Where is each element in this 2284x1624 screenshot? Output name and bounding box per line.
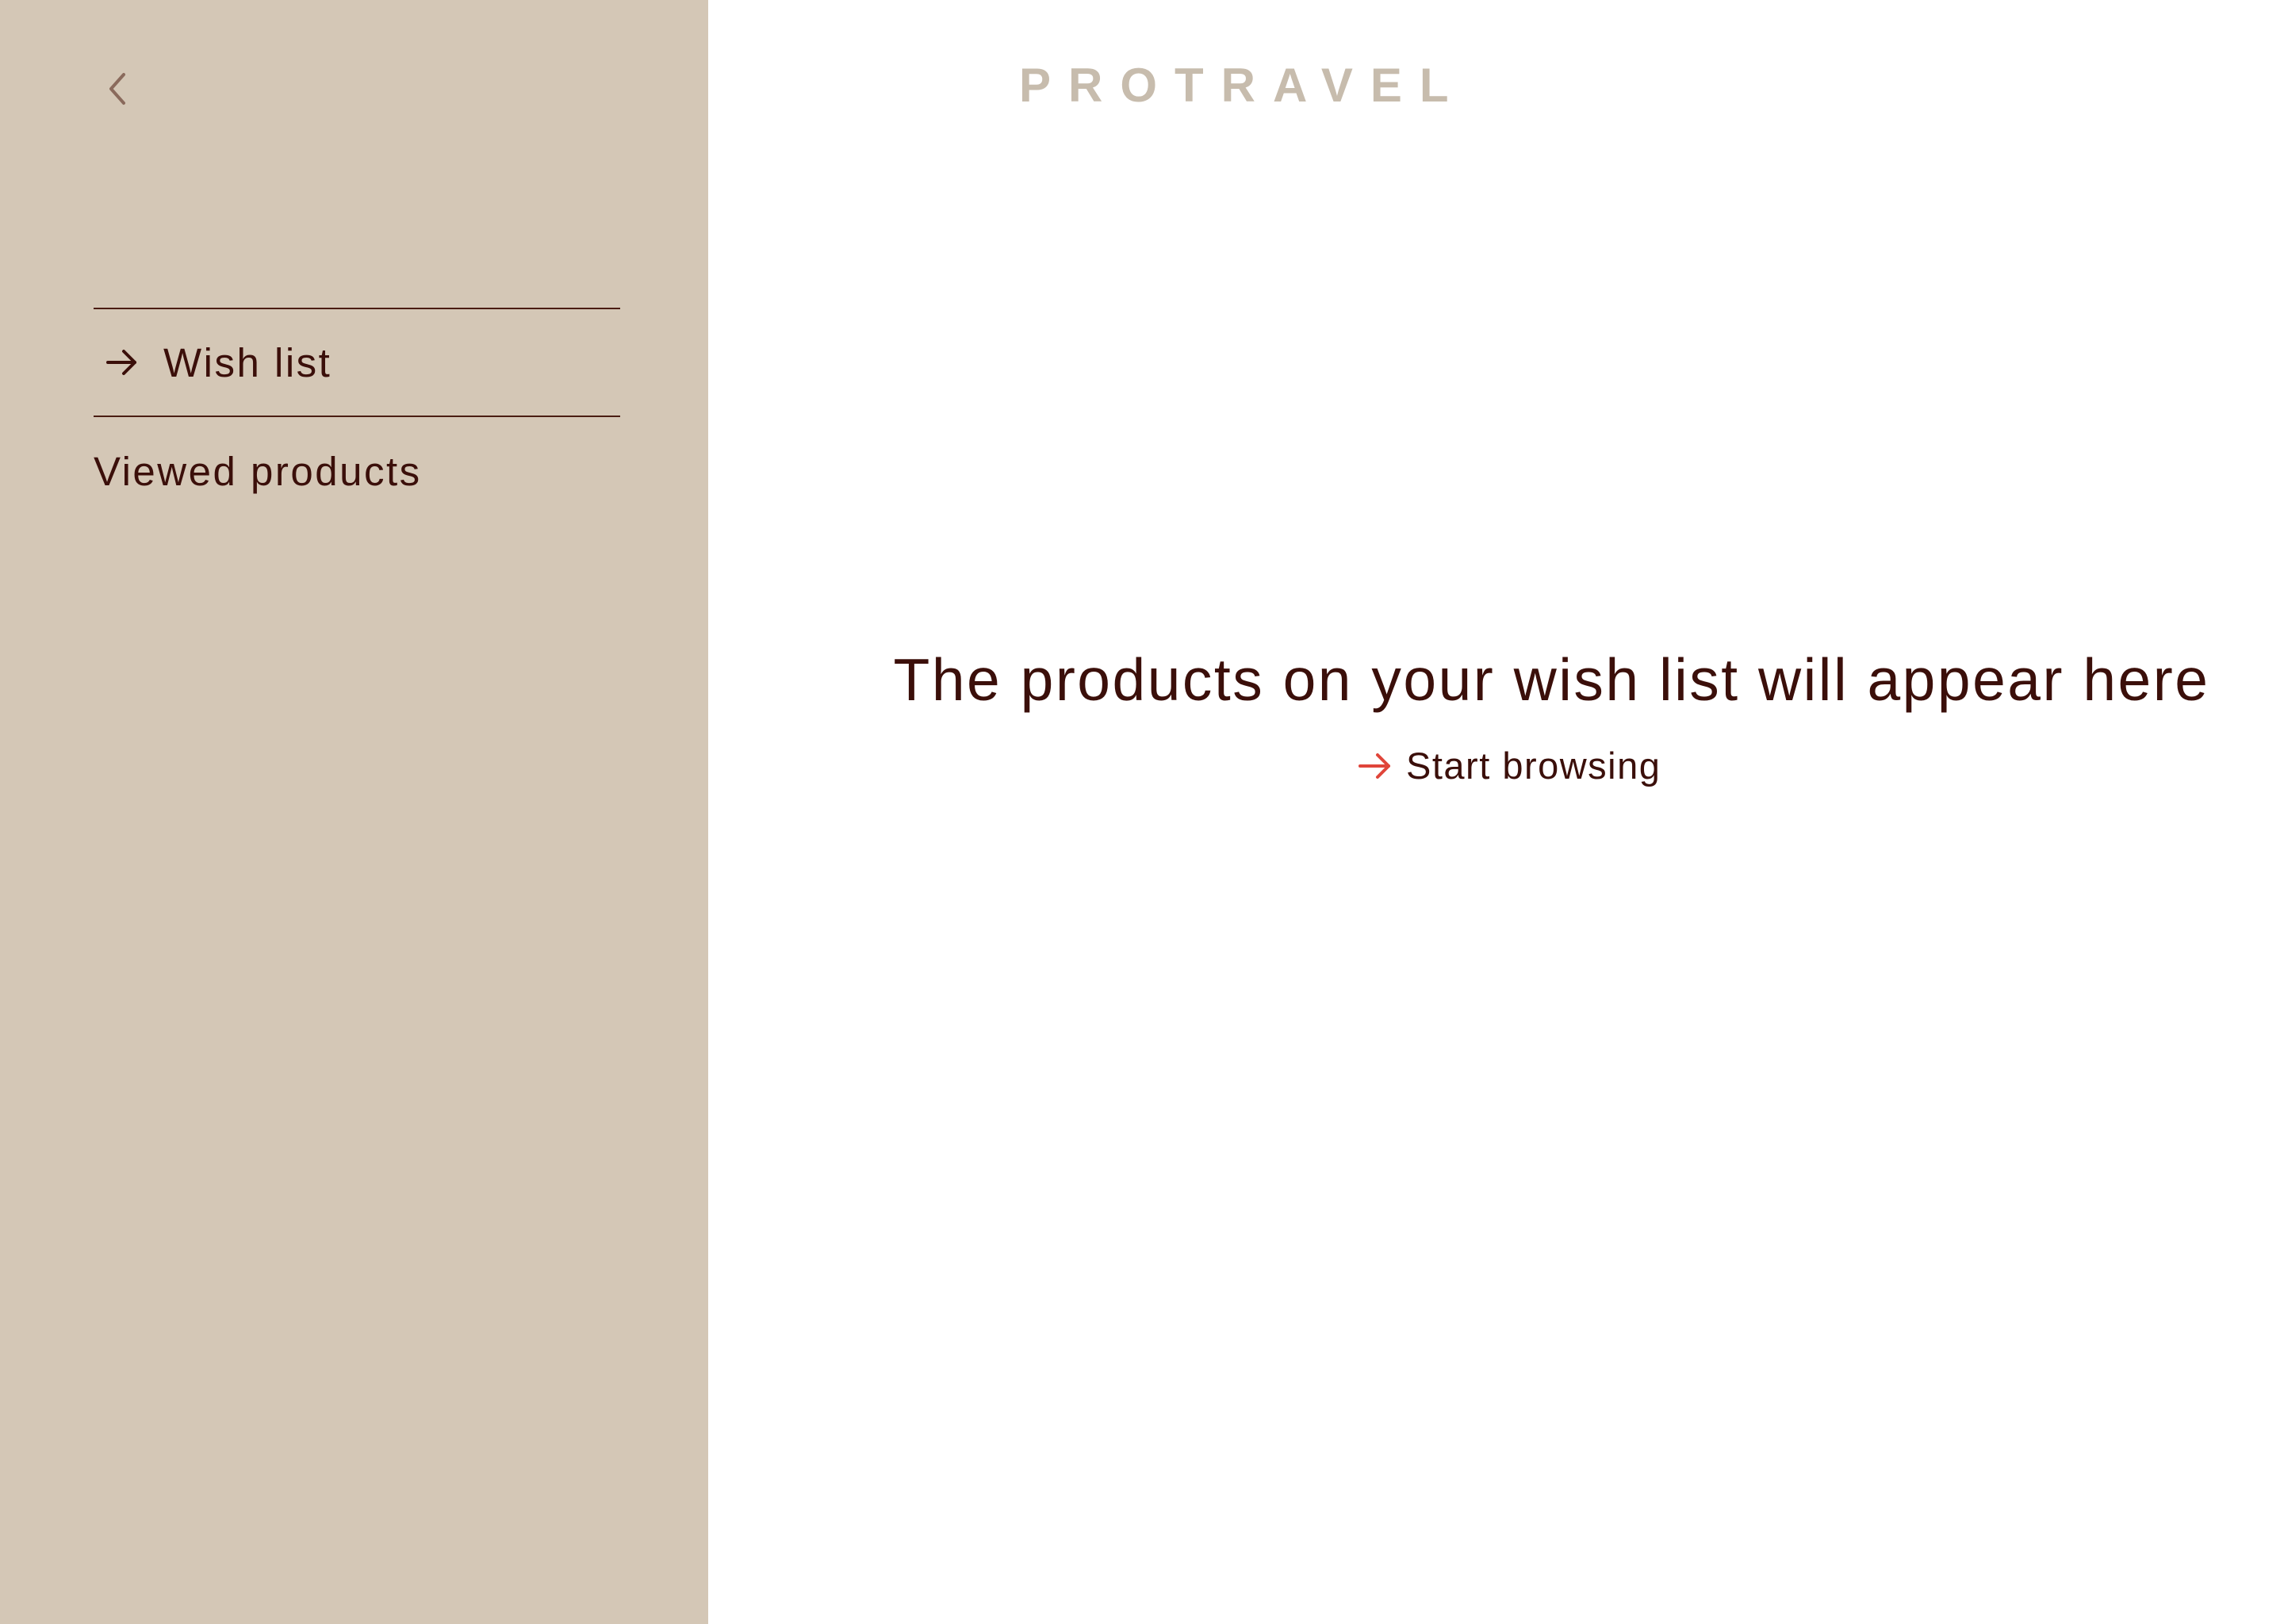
back-button[interactable] (94, 63, 144, 114)
app-root: Wish list Viewed products PROTRAVEL The … (0, 0, 2284, 1624)
account-nav: Wish list Viewed products (94, 308, 620, 525)
main-content: PROTRAVEL The products on your wish list… (708, 0, 2284, 1624)
empty-state-title: The products on your wish list will appe… (893, 646, 2210, 713)
brand-logo[interactable]: PROTRAVEL (1019, 62, 1466, 109)
chevron-left-icon (109, 73, 125, 105)
sidebar: Wish list Viewed products (0, 0, 708, 1624)
start-browsing-link[interactable]: Start browsing (1357, 747, 1661, 784)
sidebar-item-viewed-products[interactable]: Viewed products (94, 417, 620, 525)
arrow-right-icon (106, 350, 136, 375)
sidebar-item-label: Viewed products (94, 448, 422, 494)
start-browsing-label: Start browsing (1406, 745, 1661, 787)
sidebar-item-wish-list[interactable]: Wish list (94, 309, 620, 416)
arrow-right-icon (1359, 753, 1390, 779)
sidebar-item-label: Wish list (163, 339, 332, 385)
